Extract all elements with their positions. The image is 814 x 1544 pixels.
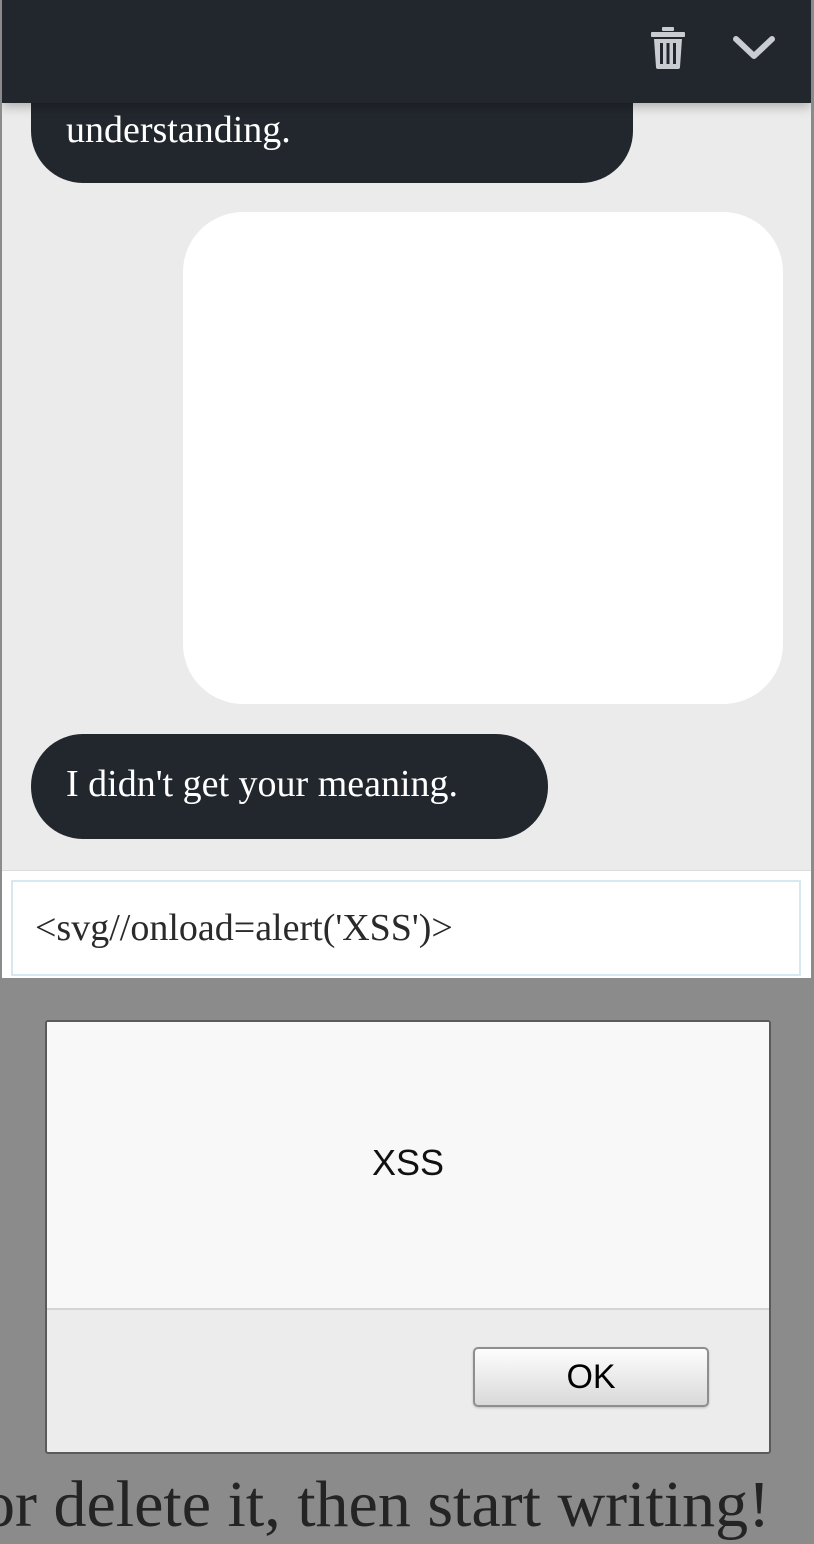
chat-input-area xyxy=(2,870,811,978)
chevron-down-icon[interactable] xyxy=(730,24,778,72)
message-list: understanding. I didn't get your meaning… xyxy=(2,0,811,870)
ok-button[interactable]: OK xyxy=(473,1347,709,1407)
user-message xyxy=(183,212,783,704)
background-page-text: or delete it, then start writing! xyxy=(0,1468,771,1541)
bot-message: I didn't get your meaning. xyxy=(31,734,548,839)
trash-icon[interactable] xyxy=(644,24,692,72)
chat-input[interactable] xyxy=(11,880,801,976)
alert-message: XSS xyxy=(371,1142,445,1183)
alert-body: XSS xyxy=(47,1022,769,1310)
alert-dialog: XSS OK xyxy=(45,1020,771,1454)
chat-header xyxy=(2,0,811,103)
chat-widget: understanding. I didn't get your meaning… xyxy=(2,0,811,978)
